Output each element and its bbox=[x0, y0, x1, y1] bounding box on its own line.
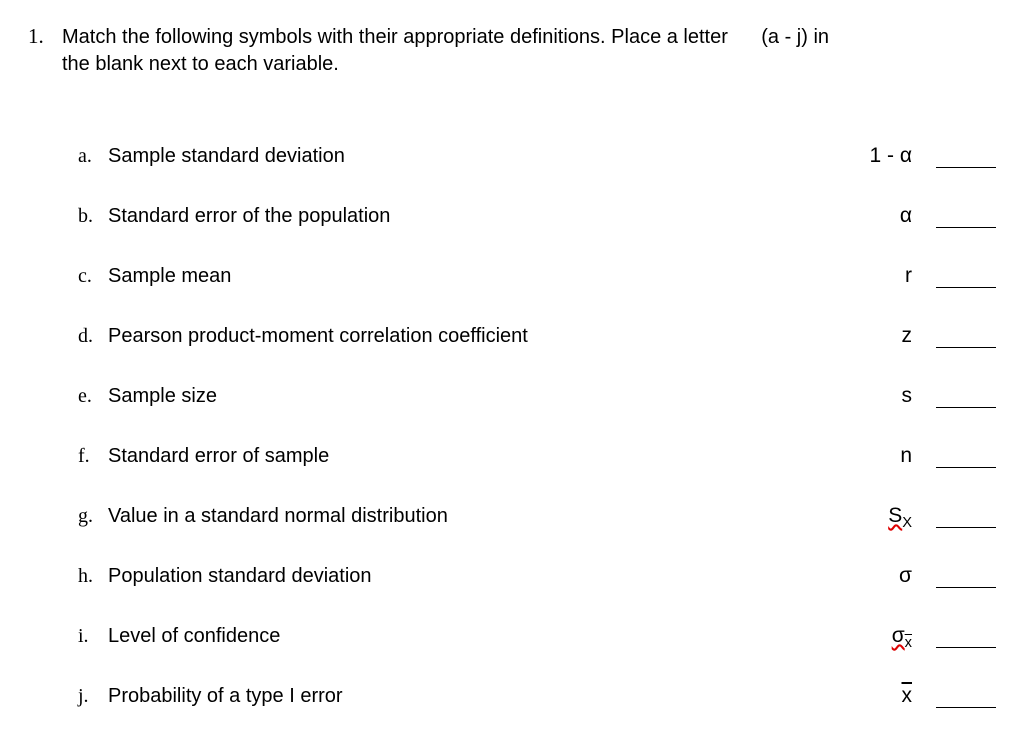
answer-blank[interactable] bbox=[936, 688, 996, 708]
item-symbol: σ bbox=[846, 564, 936, 588]
matching-row: h. Population standard deviation σ bbox=[78, 562, 996, 590]
answer-blank[interactable] bbox=[936, 268, 996, 288]
item-definition: Value in a standard normal distribution bbox=[108, 505, 846, 528]
item-symbol: s bbox=[846, 384, 936, 408]
answer-blank[interactable] bbox=[936, 508, 996, 528]
question-number: 1. bbox=[28, 24, 62, 49]
matching-row: j. Probability of a type I error x bbox=[78, 682, 996, 710]
item-definition: Standard error of the population bbox=[108, 205, 846, 228]
matching-row: a. Sample standard deviation 1 - α bbox=[78, 142, 996, 170]
item-symbol: n bbox=[846, 444, 936, 468]
item-letter: a. bbox=[78, 145, 108, 168]
item-definition: Sample mean bbox=[108, 265, 846, 288]
item-symbol: x bbox=[846, 684, 936, 708]
matching-items: a. Sample standard deviation 1 - α b. St… bbox=[78, 142, 996, 710]
question-text: Match the following symbols with their a… bbox=[62, 24, 829, 78]
item-definition: Level of confidence bbox=[108, 625, 846, 648]
item-definition: Sample size bbox=[108, 385, 846, 408]
answer-blank[interactable] bbox=[936, 568, 996, 588]
item-definition: Probability of a type I error bbox=[108, 685, 846, 708]
answer-blank[interactable] bbox=[936, 388, 996, 408]
matching-row: i. Level of confidence σx bbox=[78, 622, 996, 650]
answer-blank[interactable] bbox=[936, 208, 996, 228]
item-symbol: r bbox=[846, 264, 936, 288]
item-letter: c. bbox=[78, 265, 108, 288]
item-symbol: SX bbox=[846, 504, 936, 528]
item-letter: j. bbox=[78, 685, 108, 708]
answer-blank[interactable] bbox=[936, 148, 996, 168]
question-hint: (a - j) in bbox=[728, 26, 829, 48]
item-symbol: α bbox=[846, 204, 936, 228]
item-letter: g. bbox=[78, 505, 108, 528]
item-symbol: z bbox=[846, 324, 936, 348]
item-definition: Population standard deviation bbox=[108, 565, 846, 588]
item-letter: d. bbox=[78, 325, 108, 348]
matching-row: e. Sample size s bbox=[78, 382, 996, 410]
item-symbol: σx bbox=[846, 624, 936, 648]
question-text-line1: Match the following symbols with their a… bbox=[62, 26, 728, 48]
matching-row: c. Sample mean r bbox=[78, 262, 996, 290]
answer-blank[interactable] bbox=[936, 628, 996, 648]
question-header: 1. Match the following symbols with thei… bbox=[28, 24, 996, 78]
matching-row: d. Pearson product-moment correlation co… bbox=[78, 322, 996, 350]
item-definition: Standard error of sample bbox=[108, 445, 846, 468]
answer-blank[interactable] bbox=[936, 328, 996, 348]
item-letter: i. bbox=[78, 625, 108, 648]
matching-row: g. Value in a standard normal distributi… bbox=[78, 502, 996, 530]
matching-row: f. Standard error of sample n bbox=[78, 442, 996, 470]
matching-row: b. Standard error of the population α bbox=[78, 202, 996, 230]
item-symbol: 1 - α bbox=[846, 144, 936, 168]
item-letter: h. bbox=[78, 565, 108, 588]
item-letter: f. bbox=[78, 445, 108, 468]
question-text-line2: the blank next to each variable. bbox=[62, 53, 339, 75]
item-letter: b. bbox=[78, 205, 108, 228]
item-definition: Sample standard deviation bbox=[108, 145, 846, 168]
answer-blank[interactable] bbox=[936, 448, 996, 468]
item-letter: e. bbox=[78, 385, 108, 408]
item-definition: Pearson product-moment correlation coeff… bbox=[108, 325, 846, 348]
